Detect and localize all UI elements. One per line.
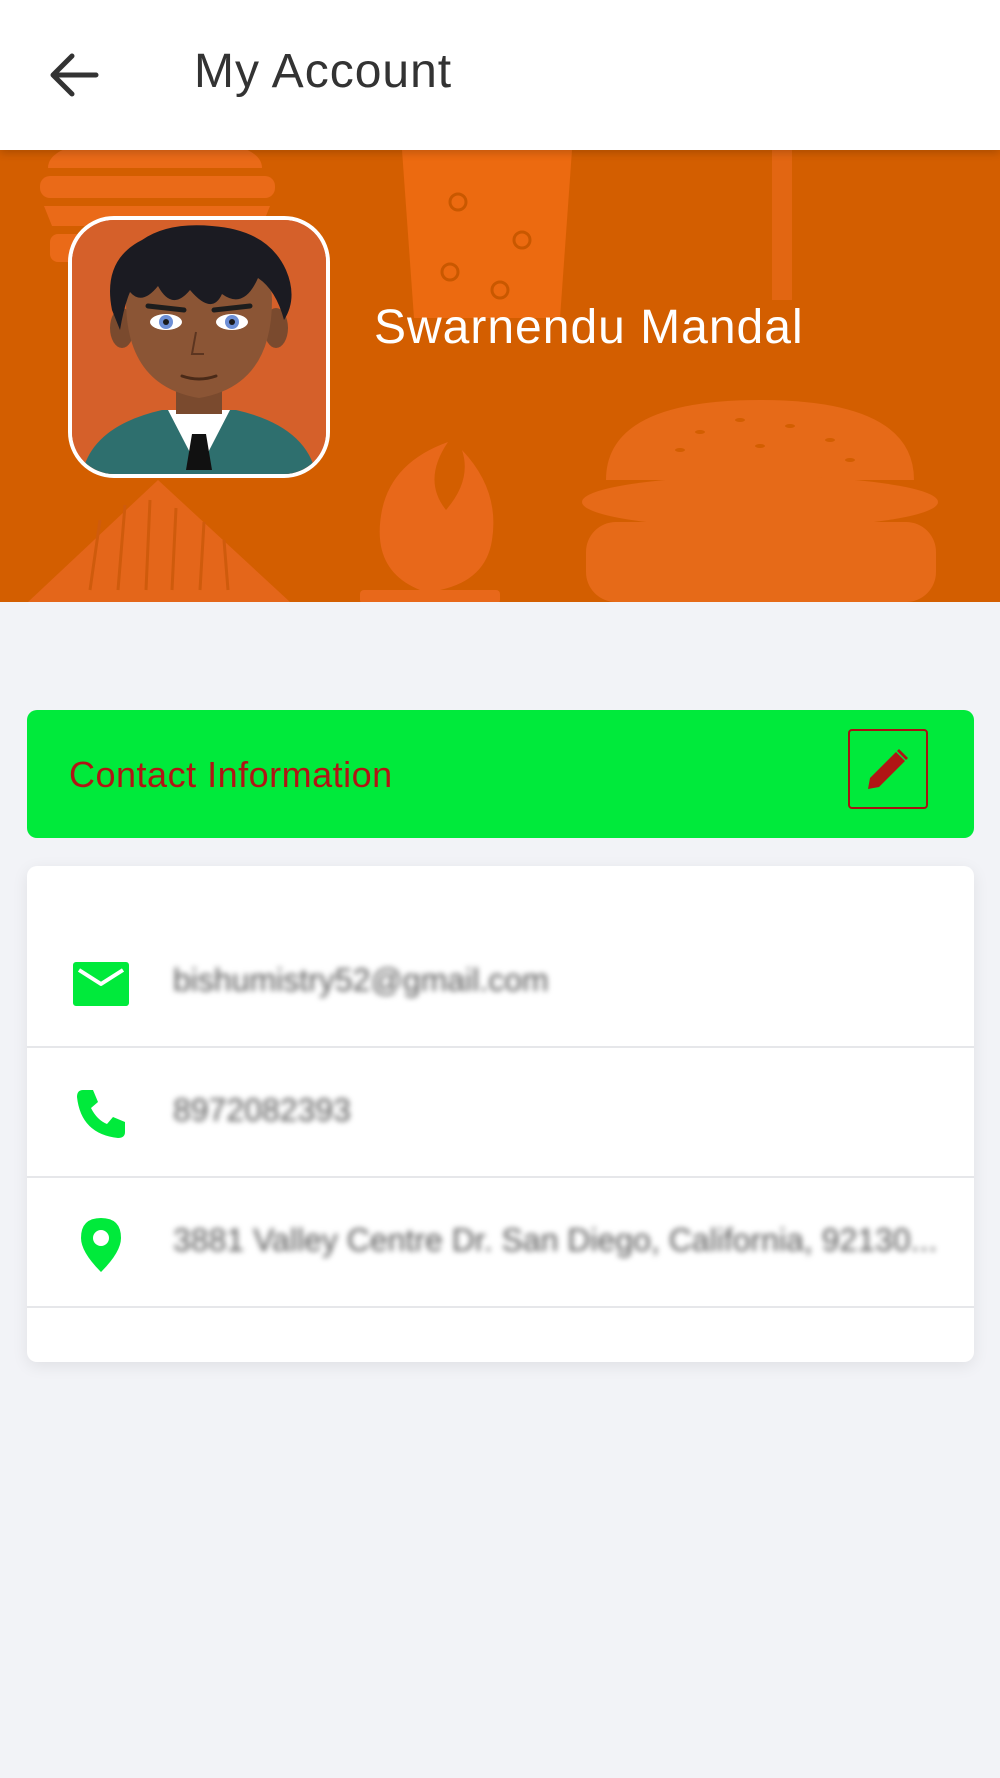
location-pin-icon xyxy=(81,1218,121,1272)
address-row[interactable]: 3881 Valley Centre Dr. San Diego, Califo… xyxy=(27,1178,974,1308)
profile-name: Swarnendu Mandal xyxy=(374,301,804,354)
contact-information-header: Contact Information xyxy=(27,710,974,838)
address-value: 3881 Valley Centre Dr. San Diego, Califo… xyxy=(173,1222,938,1258)
section-title: Contact Information xyxy=(69,754,393,795)
contact-details-card: bishumistry52@gmail.com 8972082393 3881 … xyxy=(27,866,974,1362)
arrow-left-icon xyxy=(50,53,99,97)
page-title: My Account xyxy=(194,45,453,98)
avatar-illustration xyxy=(72,220,326,474)
profile-banner: Swarnendu Mandal xyxy=(0,150,1000,602)
phone-row[interactable]: 8972082393 xyxy=(27,1048,974,1178)
mail-icon xyxy=(73,962,129,1006)
profile-avatar[interactable] xyxy=(68,216,330,478)
edit-contact-button[interactable] xyxy=(848,729,928,809)
back-button[interactable] xyxy=(44,45,104,105)
email-row[interactable]: bishumistry52@gmail.com xyxy=(27,918,974,1048)
email-value: bishumistry52@gmail.com xyxy=(173,962,549,998)
pencil-icon xyxy=(868,749,908,789)
phone-value: 8972082393 xyxy=(173,1092,351,1128)
app-bar: My Account xyxy=(0,0,1000,150)
phone-icon xyxy=(77,1090,125,1138)
